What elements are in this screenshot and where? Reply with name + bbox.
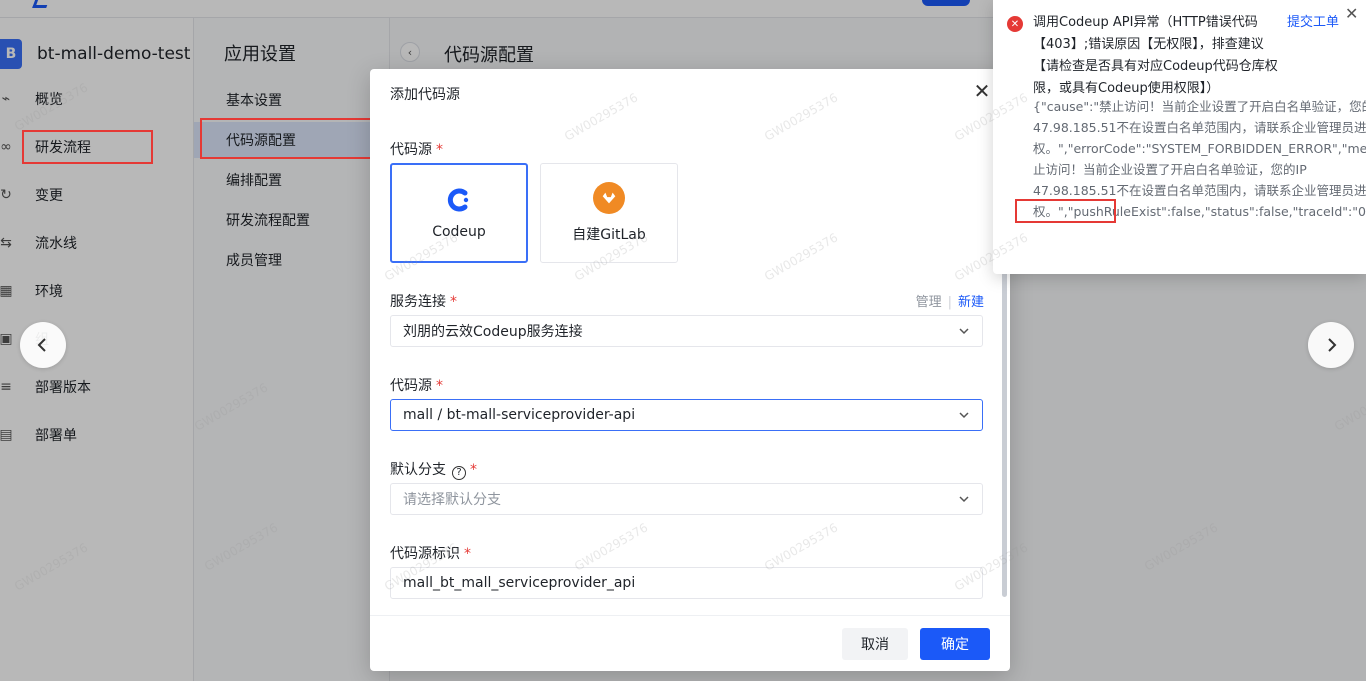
source-identifier-input[interactable]: mall_bt_mall_serviceprovider_api xyxy=(390,567,983,599)
cancel-button[interactable]: 取消 xyxy=(842,628,908,660)
carousel-next-button[interactable] xyxy=(1308,322,1354,368)
add-code-source-dialog: 添加代码源 ✕ 代码源 * Codeup 自建GitLab 服务连接 * 管理 | 新建… xyxy=(370,69,1010,671)
input-value: mall_bt_mall_serviceprovider_api xyxy=(403,575,636,591)
repository-select[interactable]: mall / bt-mall-serviceprovider-api xyxy=(390,399,983,431)
dialog-header: 添加代码源 ✕ xyxy=(370,69,1010,115)
annotation-box xyxy=(200,118,386,159)
source-card-codeup[interactable]: Codeup xyxy=(390,163,528,263)
close-icon[interactable]: ✕ xyxy=(972,81,992,101)
select-value: mall / bt-mall-serviceprovider-api xyxy=(403,407,636,423)
dialog-title: 添加代码源 xyxy=(390,87,460,103)
repository-label: 代码源 * xyxy=(390,378,443,394)
help-icon[interactable]: ? xyxy=(452,465,466,480)
error-notification: ✕ 调用Codeup API异常（HTTP错误代码【403】;错误原因【无权限】… xyxy=(993,0,1366,274)
chevron-right-icon xyxy=(1328,338,1337,352)
chevron-down-icon xyxy=(959,412,969,419)
confirm-button[interactable]: 确定 xyxy=(920,628,990,660)
chevron-down-icon xyxy=(959,328,969,335)
select-placeholder: 请选择默认分支 xyxy=(403,492,501,508)
default-branch-select[interactable]: 请选择默认分支 xyxy=(390,483,983,515)
service-connection-label: 服务连接 * xyxy=(390,294,457,310)
chevron-down-icon xyxy=(959,496,969,503)
error-icon: ✕ xyxy=(1007,16,1023,32)
new-link[interactable]: 新建 xyxy=(958,295,984,310)
default-branch-label: 默认分支? * xyxy=(390,462,477,480)
submit-ticket-link[interactable]: 提交工单 xyxy=(1287,12,1339,34)
select-value: 刘朋的云效Codeup服务连接 xyxy=(403,324,583,340)
codeup-icon xyxy=(447,188,469,212)
close-icon[interactable]: ✕ xyxy=(1345,4,1358,23)
manage-link[interactable]: 管理 xyxy=(916,295,942,310)
notification-title: 调用Codeup API异常（HTTP错误代码【403】;错误原因【无权限】，排… xyxy=(1033,15,1278,96)
service-connection-actions: 管理 | 新建 xyxy=(915,295,984,310)
service-connection-select[interactable]: 刘朋的云效Codeup服务连接 xyxy=(390,315,983,347)
annotation-box xyxy=(22,130,153,164)
carousel-prev-button[interactable] xyxy=(20,322,66,368)
annotation-box xyxy=(1015,199,1116,223)
source-type-label: 代码源 * xyxy=(390,142,443,158)
gitlab-icon xyxy=(593,182,625,214)
dialog-footer: 取消 确定 xyxy=(370,615,1010,671)
chevron-left-icon xyxy=(37,338,46,352)
source-card-gitlab[interactable]: 自建GitLab xyxy=(540,163,678,263)
